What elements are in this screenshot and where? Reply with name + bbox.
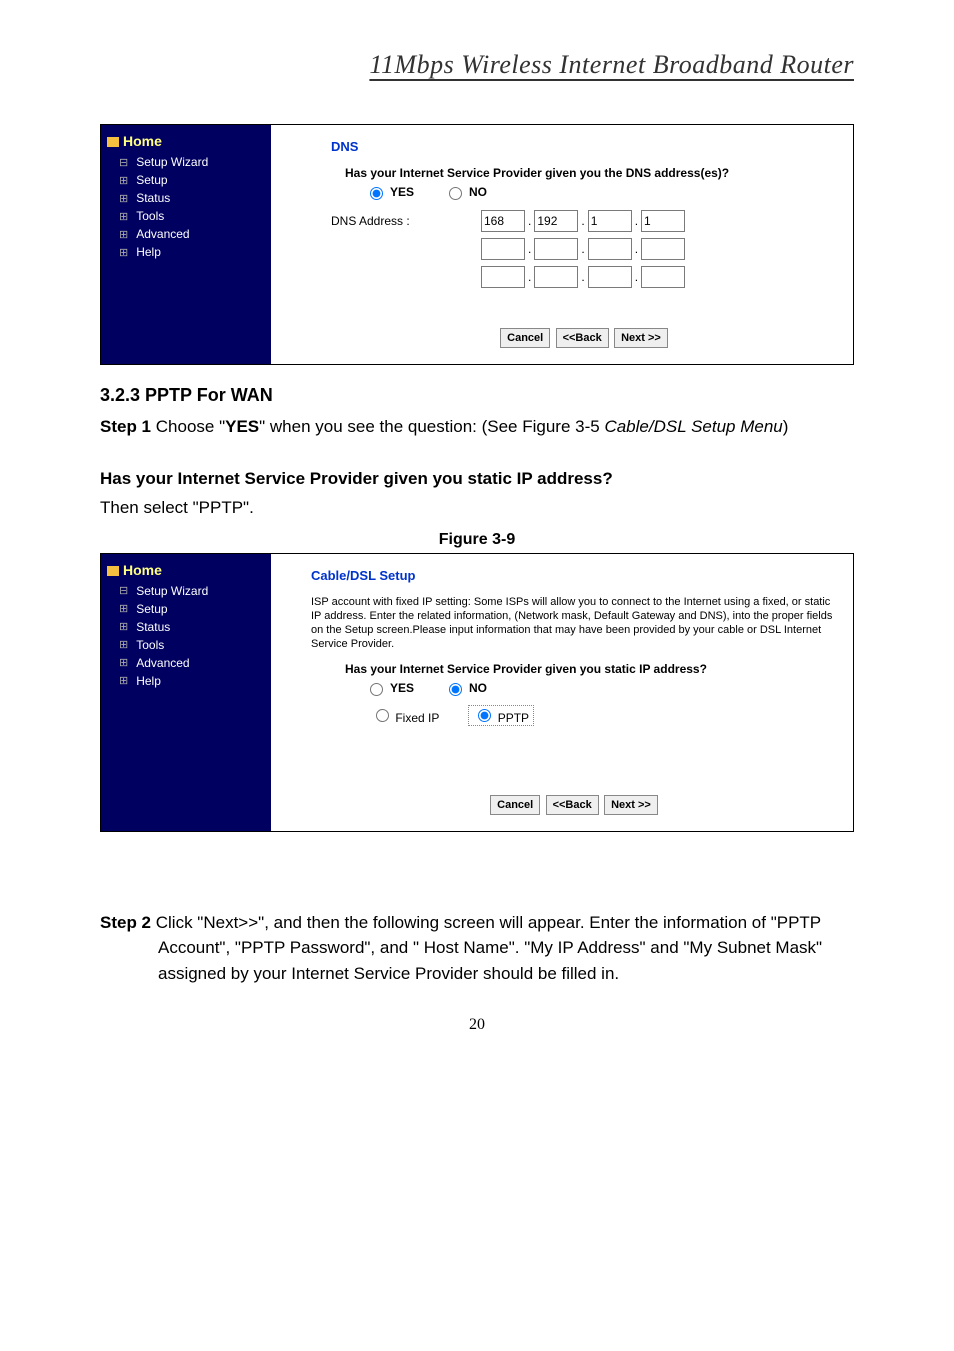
radio-fixed-ip[interactable]: Fixed IP xyxy=(371,706,439,725)
sidebar-item-advanced[interactable]: ⊞Advanced xyxy=(105,654,267,672)
content-title-dns: DNS xyxy=(331,139,837,154)
sidebar-item-tools[interactable]: ⊞Tools xyxy=(105,636,267,654)
radio-yes[interactable]: YES xyxy=(365,680,414,696)
sidebar-item-advanced[interactable]: ⊞Advanced xyxy=(105,225,267,243)
ip-octet[interactable] xyxy=(481,210,525,232)
dns-address-1: . . . xyxy=(481,210,685,232)
radio-yes-input[interactable] xyxy=(370,683,383,696)
sidebar-item-setup[interactable]: ⊞Setup xyxy=(105,171,267,189)
radio-no[interactable]: NO xyxy=(444,184,487,200)
back-button[interactable]: <<Back xyxy=(546,795,599,815)
ip-octet[interactable] xyxy=(534,266,578,288)
sidebar: Home ⊟Setup Wizard ⊞Setup ⊞Status ⊞Tools… xyxy=(101,125,271,364)
sidebar-item-help[interactable]: ⊞Help xyxy=(105,672,267,690)
ip-octet[interactable] xyxy=(588,238,632,260)
dns-address-2: . . . xyxy=(481,238,685,260)
sidebar-home[interactable]: Home xyxy=(105,560,267,582)
home-icon xyxy=(107,566,119,576)
section-heading: 3.2.3 PPTP For WAN xyxy=(100,385,854,406)
sidebar-item-status[interactable]: ⊞Status xyxy=(105,189,267,207)
sidebar-item-setup[interactable]: ⊞Setup xyxy=(105,600,267,618)
sidebar: Home ⊟Setup Wizard ⊞Setup ⊞Status ⊞Tools… xyxy=(101,554,271,831)
dns-address-label: DNS Address : xyxy=(331,214,481,228)
step1-text: Step 1 Choose "YES" when you see the que… xyxy=(100,414,854,440)
content-dns: DNS Has your Internet Service Provider g… xyxy=(271,125,853,364)
ip-octet[interactable] xyxy=(588,266,632,288)
radio-no-input[interactable] xyxy=(449,683,462,696)
ip-octet[interactable] xyxy=(641,238,685,260)
doc-header-title: 11Mbps Wireless Internet Broadband Route… xyxy=(100,50,854,80)
radio-pptp-input[interactable] xyxy=(478,709,491,722)
page-number: 20 xyxy=(100,1016,854,1034)
back-button[interactable]: <<Back xyxy=(556,328,609,348)
radio-fixed-ip-input[interactable] xyxy=(376,709,389,722)
content-cabledsl: Cable/DSL Setup ISP account with fixed I… xyxy=(271,554,853,831)
content-title-cabledsl: Cable/DSL Setup xyxy=(311,568,837,583)
static-ip-question: Has your Internet Service Provider given… xyxy=(100,466,854,492)
screenshot-dns: Home ⊟Setup Wizard ⊞Setup ⊞Status ⊞Tools… xyxy=(100,124,854,365)
sidebar-item-help[interactable]: ⊞Help xyxy=(105,243,267,261)
next-button[interactable]: Next >> xyxy=(604,795,658,815)
radio-no[interactable]: NO xyxy=(444,680,487,696)
sidebar-item-tools[interactable]: ⊞Tools xyxy=(105,207,267,225)
ip-octet[interactable] xyxy=(641,210,685,232)
sidebar-home[interactable]: Home xyxy=(105,131,267,153)
home-icon xyxy=(107,137,119,147)
figure-caption: Figure 3-9 xyxy=(100,531,854,549)
cabledsl-question: Has your Internet Service Provider given… xyxy=(345,662,837,676)
dns-question: Has your Internet Service Provider given… xyxy=(345,166,837,180)
ip-octet[interactable] xyxy=(534,210,578,232)
ip-octet[interactable] xyxy=(481,266,525,288)
cancel-button[interactable]: Cancel xyxy=(500,328,550,348)
ip-octet[interactable] xyxy=(534,238,578,260)
sidebar-item-status[interactable]: ⊞Status xyxy=(105,618,267,636)
screenshot-cabledsl: Home ⊟Setup Wizard ⊞Setup ⊞Status ⊞Tools… xyxy=(100,553,854,832)
step2-text: Step 2 Click "Next>>", and then the foll… xyxy=(100,910,854,987)
cabledsl-description: ISP account with fixed IP setting: Some … xyxy=(311,595,837,652)
then-select: Then select "PPTP". xyxy=(100,495,854,521)
ip-octet[interactable] xyxy=(588,210,632,232)
radio-yes[interactable]: YES xyxy=(365,184,414,200)
sidebar-item-setup-wizard[interactable]: ⊟Setup Wizard xyxy=(105,153,267,171)
ip-octet[interactable] xyxy=(481,238,525,260)
next-button[interactable]: Next >> xyxy=(614,328,668,348)
sidebar-item-setup-wizard[interactable]: ⊟Setup Wizard xyxy=(105,582,267,600)
radio-pptp[interactable]: PPTP xyxy=(469,706,533,725)
radio-no-input[interactable] xyxy=(449,187,462,200)
cancel-button[interactable]: Cancel xyxy=(490,795,540,815)
radio-yes-input[interactable] xyxy=(370,187,383,200)
dns-address-3: . . . xyxy=(481,266,685,288)
ip-octet[interactable] xyxy=(641,266,685,288)
